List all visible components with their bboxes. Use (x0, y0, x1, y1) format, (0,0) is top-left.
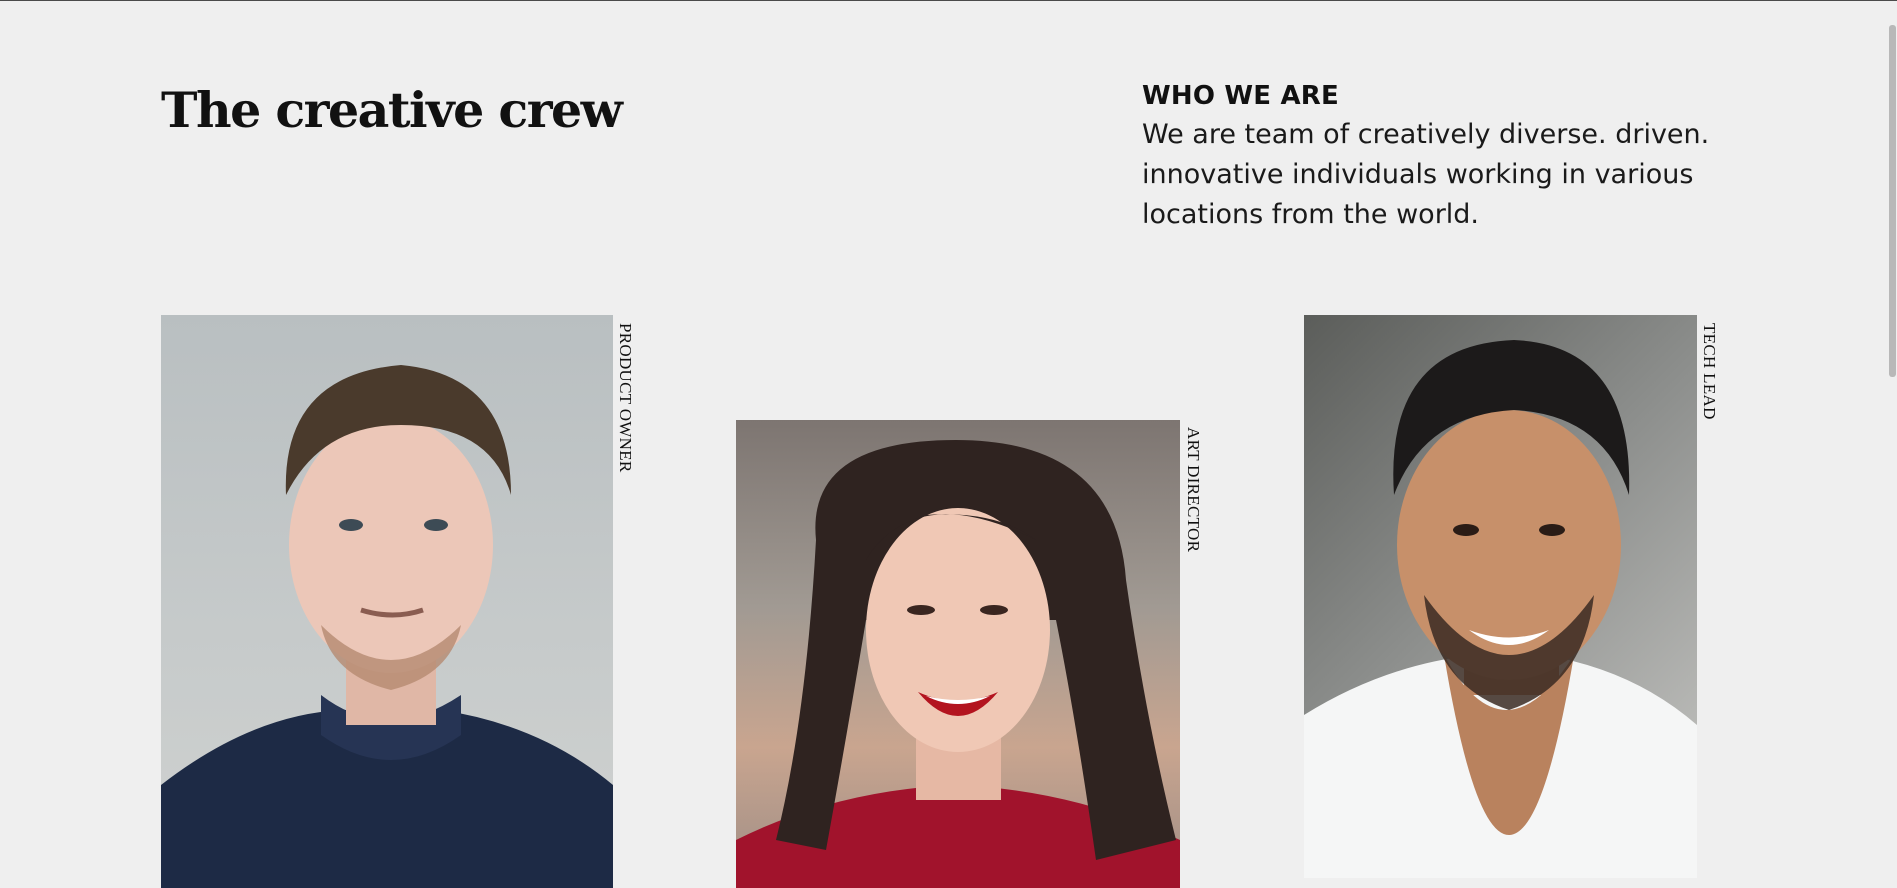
who-we-are-heading: WHO WE ARE (1142, 81, 1339, 111)
product-owner-role-label: PRODUCT OWNER (616, 323, 635, 473)
woman-portrait-icon (736, 440, 1180, 888)
man-portrait-icon (161, 365, 613, 888)
tech-lead-photo (1304, 315, 1697, 878)
tech-lead-role-label: TECH LEAD (1700, 323, 1719, 420)
art-director-photo (736, 420, 1180, 888)
who-we-are-section: WHO WE ARE We are team of creatively div… (1142, 81, 1742, 235)
vertical-scrollbar[interactable] (1885, 1, 1897, 888)
scrollbar-thumb[interactable] (1889, 25, 1896, 377)
man-portrait-icon (1304, 340, 1697, 878)
who-we-are-text: We are team of creatively diverse. drive… (1142, 119, 1710, 230)
page-title: The creative crew (161, 81, 623, 139)
art-director-role-label: ART DIRECTOR (1184, 427, 1203, 553)
product-owner-photo (161, 315, 613, 888)
